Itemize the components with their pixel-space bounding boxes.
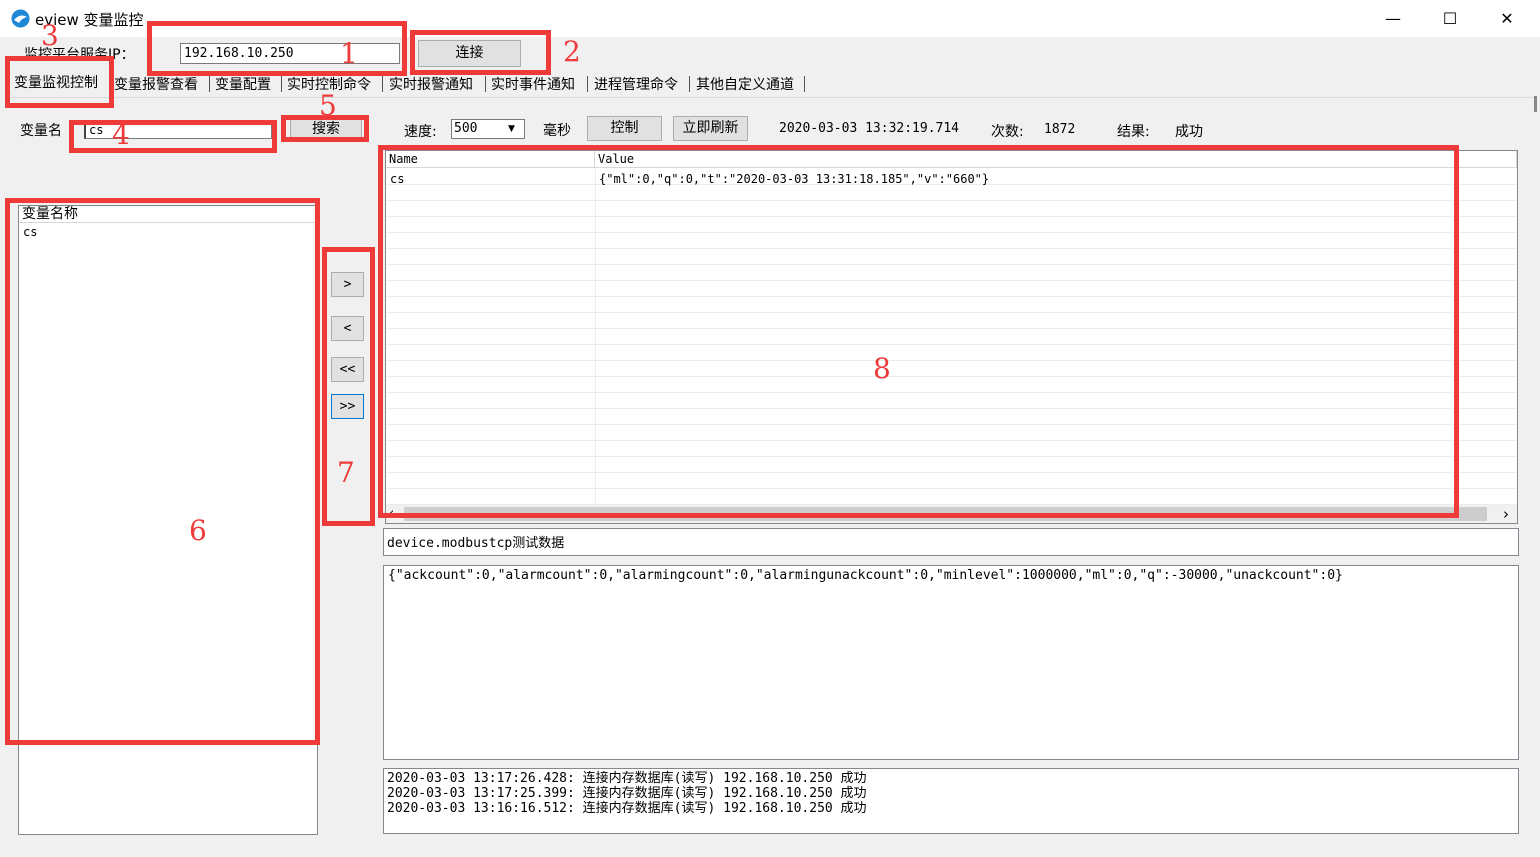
tab-realtime-alarm[interactable]: 实时报警通知 — [387, 74, 475, 96]
tab-variable-config[interactable]: 变量配置 — [213, 74, 273, 96]
maximize-button[interactable]: ☐ — [1427, 0, 1473, 37]
result-label: 结果: — [1117, 124, 1150, 140]
app-icon — [11, 9, 30, 28]
count-label: 次数: — [991, 124, 1024, 140]
annotation-number-6: 6 — [189, 514, 207, 547]
annotation-number-7: 7 — [337, 456, 355, 489]
log-entry: 2020-03-03 13:17:25.399: 连接内存数据库(读写) 192… — [387, 786, 867, 801]
tab-realtime-event[interactable]: 实时事件通知 — [489, 74, 577, 96]
tab-custom-channel[interactable]: 其他自定义通道 — [694, 74, 796, 96]
tab-separator — [281, 76, 282, 92]
minimize-button[interactable]: — — [1370, 0, 1416, 37]
chevron-down-icon[interactable]: ▼ — [508, 124, 515, 134]
annotation-box-8 — [378, 145, 1459, 518]
annotation-box-3 — [5, 56, 114, 108]
annotation-box-2 — [410, 30, 551, 75]
speed-label: 速度: — [404, 124, 437, 140]
connection-log[interactable]: 2020-03-03 13:17:26.428: 连接内存数据库(读写) 192… — [383, 768, 1519, 834]
count-value: 1872 — [1044, 122, 1076, 137]
tab-process-command[interactable]: 进程管理命令 — [592, 74, 680, 96]
annotation-box-4 — [69, 120, 277, 153]
tab-page-border — [8, 97, 1535, 98]
annotation-number-4: 4 — [112, 118, 130, 151]
tab-separator — [689, 76, 690, 92]
variable-name-label: 变量名 — [20, 123, 62, 139]
log-entry: 2020-03-03 13:16:16.512: 连接内存数据库(读写) 192… — [387, 801, 867, 816]
tab-separator — [587, 76, 588, 92]
speed-select[interactable]: 500 ▼ — [451, 119, 525, 139]
ms-label: 毫秒 — [543, 123, 571, 139]
last-update-timestamp: 2020-03-03 13:32:19.714 — [779, 121, 960, 136]
page-scroll-hint — [1534, 96, 1537, 112]
alarm-info-text[interactable]: {"ackcount":0,"alarmcount":0,"alarmingco… — [383, 565, 1519, 760]
tab-separator — [382, 76, 383, 92]
annotation-number-1: 1 — [340, 37, 358, 70]
annotation-box-6 — [5, 198, 320, 745]
annotation-number-2: 2 — [563, 35, 581, 68]
close-button[interactable]: ✕ — [1484, 0, 1530, 37]
control-button[interactable]: 控制 — [587, 116, 662, 141]
annotation-number-3: 3 — [41, 19, 59, 52]
tab-separator — [804, 76, 805, 92]
tab-variable-alarm[interactable]: 变量报警查看 — [112, 74, 200, 96]
refresh-now-button[interactable]: 立即刷新 — [673, 116, 748, 141]
result-value: 成功 — [1175, 124, 1203, 140]
annotation-number-8: 8 — [873, 352, 891, 385]
scroll-right-icon[interactable]: › — [1503, 505, 1509, 523]
annotation-number-5: 5 — [319, 89, 337, 122]
log-entry: 2020-03-03 13:17:26.428: 连接内存数据库(读写) 192… — [387, 771, 867, 786]
tab-separator — [485, 76, 486, 92]
annotation-box-1 — [147, 21, 407, 76]
tab-separator — [209, 76, 210, 92]
variable-description: device.modbustcp测试数据 — [383, 528, 1519, 556]
speed-value: 500 — [454, 121, 478, 136]
